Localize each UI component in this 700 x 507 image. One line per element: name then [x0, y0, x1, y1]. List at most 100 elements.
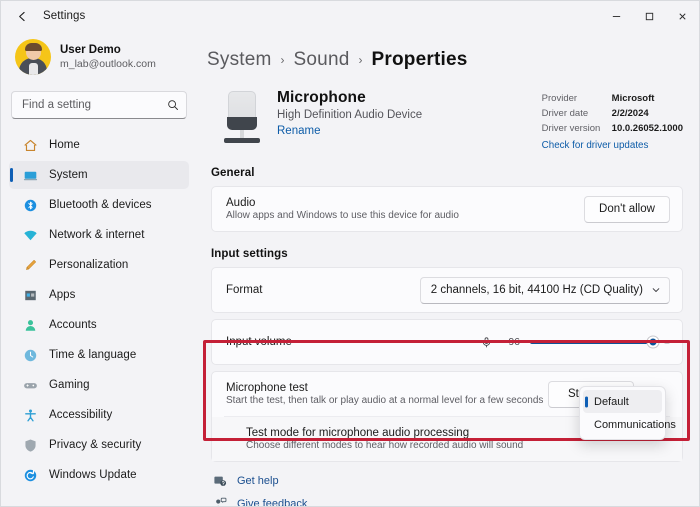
- test-mode-title: Test mode for microphone audio processin…: [246, 427, 470, 440]
- sidebar-item-label: Accessibility: [49, 409, 113, 421]
- sidebar-item-accessibility[interactable]: Accessibility: [9, 401, 189, 429]
- device-name: Microphone: [277, 89, 366, 106]
- input-volume-title: Input volume: [226, 336, 292, 349]
- driver-info: Provider Microsoft Driver date 2/2/2024 …: [542, 85, 687, 151]
- sidebar-item-network[interactable]: Network & internet: [9, 221, 189, 249]
- breadcrumb: System › Sound › Properties: [207, 49, 687, 71]
- driver-version-label: Driver version: [541, 122, 601, 134]
- format-card: Format 2 channels, 16 bit, 44100 Hz (CD …: [211, 267, 683, 314]
- avatar: [15, 39, 51, 75]
- flyout-option-communications[interactable]: Communications: [583, 413, 676, 436]
- format-title: Format: [226, 284, 263, 297]
- get-help-link[interactable]: Get help: [213, 474, 687, 488]
- maximize-icon: [645, 12, 654, 20]
- sidebar-nav: Home System Bluetooth & devices Network …: [9, 131, 189, 489]
- feedback-icon: [213, 497, 227, 506]
- personalization-icon: [22, 257, 38, 273]
- help-icon: [213, 474, 227, 488]
- breadcrumb-separator: ›: [358, 53, 363, 67]
- get-help-label: Get help: [237, 475, 279, 488]
- sidebar-item-home[interactable]: Home: [9, 131, 189, 159]
- dont-allow-button[interactable]: Don't allow: [584, 195, 670, 223]
- audio-row: Audio Allow apps and Windows to use this…: [212, 187, 682, 231]
- back-button[interactable]: [7, 2, 37, 30]
- rename-link[interactable]: Rename: [277, 125, 320, 137]
- privacy-icon: [22, 437, 38, 453]
- sidebar: User Demo m_lab@outlook.com Find a setti…: [1, 31, 197, 506]
- general-heading: General: [211, 167, 255, 180]
- general-card: Audio Allow apps and Windows to use this…: [211, 186, 683, 233]
- apps-icon: [22, 287, 38, 303]
- bluetooth-icon: [22, 197, 38, 213]
- accounts-icon: [22, 317, 38, 333]
- search-input[interactable]: [11, 91, 187, 119]
- arrow-left-icon: [18, 11, 25, 21]
- sidebar-item-label: System: [49, 169, 88, 181]
- window-title: Settings: [43, 10, 86, 22]
- microphone-icon: [213, 87, 271, 147]
- driver-provider-label: Provider: [541, 93, 578, 104]
- home-icon: [22, 137, 38, 153]
- device-header: Microphone High Definition Audio Device …: [207, 85, 687, 151]
- input-volume-card: Input volume 96: [211, 319, 683, 366]
- breadcrumb-sound[interactable]: Sound: [294, 49, 350, 71]
- sidebar-item-windows-update[interactable]: Windows Update: [9, 461, 189, 489]
- breadcrumb-system[interactable]: System: [207, 49, 272, 71]
- time-icon: [22, 347, 38, 363]
- driver-date-row: Driver date 2/2/2024: [542, 108, 683, 121]
- input-volume-row: Input volume 96: [212, 320, 682, 364]
- slider-thumb[interactable]: [646, 335, 660, 349]
- audio-subtitle: Allow apps and Windows to use this devic…: [226, 210, 459, 222]
- minimize-icon: [612, 15, 621, 17]
- microphone-small-icon: [480, 336, 493, 349]
- test-mode-subtitle: Choose different modes to hear how recor…: [246, 440, 524, 452]
- sidebar-item-time-language[interactable]: Time & language: [9, 341, 189, 369]
- test-mode-flyout: Default Communications: [579, 386, 676, 440]
- sidebar-item-apps[interactable]: Apps: [9, 281, 189, 309]
- accessibility-icon: [22, 407, 38, 423]
- slider-track[interactable]: [530, 335, 660, 349]
- driver-provider-row: Provider Microsoft: [542, 93, 683, 106]
- system-icon: [22, 167, 38, 183]
- input-volume-slider[interactable]: [530, 335, 670, 349]
- input-settings-heading: Input settings: [211, 248, 288, 261]
- close-icon: [679, 12, 686, 20]
- slider-track-remainder: [664, 340, 670, 345]
- sidebar-item-label: Home: [49, 139, 80, 151]
- sidebar-item-label: Apps: [49, 289, 76, 301]
- driver-date-value: 2/2/2024: [611, 107, 649, 119]
- device-subtitle: High Definition Audio Device: [277, 109, 423, 121]
- sidebar-item-label: Time & language: [49, 349, 137, 361]
- sidebar-item-accounts[interactable]: Accounts: [9, 311, 189, 339]
- chevron-down-icon: [651, 285, 661, 295]
- gaming-icon: [22, 377, 38, 393]
- check-driver-updates-link[interactable]: Check for driver updates: [542, 140, 683, 151]
- sidebar-item-label: Privacy & security: [49, 439, 142, 451]
- sidebar-item-privacy-security[interactable]: Privacy & security: [9, 431, 189, 459]
- driver-provider-value: Microsoft: [611, 93, 655, 104]
- flyout-option-default[interactable]: Default: [583, 390, 662, 413]
- account-name: User Demo: [60, 44, 121, 57]
- sidebar-item-label: Accounts: [49, 319, 97, 331]
- sidebar-item-label: Network & internet: [49, 229, 145, 241]
- close-button[interactable]: [666, 1, 699, 31]
- give-feedback-label: Give feedback: [237, 498, 308, 506]
- sidebar-item-gaming[interactable]: Gaming: [9, 371, 189, 399]
- sidebar-item-label: Gaming: [49, 379, 90, 391]
- format-dropdown[interactable]: 2 channels, 16 bit, 44100 Hz (CD Quality…: [419, 276, 670, 304]
- settings-window: Settings User Demo m_lab@outlook.com Fin…: [0, 0, 700, 507]
- update-icon: [22, 467, 38, 483]
- network-icon: [22, 227, 38, 243]
- driver-version-row: Driver version 10.0.26052.1000: [542, 123, 683, 136]
- format-value: 2 channels, 16 bit, 44100 Hz (CD Quality…: [430, 284, 643, 297]
- sidebar-item-label: Windows Update: [49, 469, 137, 481]
- account-tile[interactable]: User Demo m_lab@outlook.com: [9, 33, 189, 81]
- maximize-button[interactable]: [633, 1, 666, 31]
- microphone-test-title: Microphone test: [226, 382, 308, 395]
- input-volume-value: 96: [508, 336, 520, 349]
- minimize-button[interactable]: [600, 1, 633, 31]
- sidebar-item-personalization[interactable]: Personalization: [9, 251, 189, 279]
- sidebar-item-bluetooth[interactable]: Bluetooth & devices: [9, 191, 189, 219]
- sidebar-item-system[interactable]: System: [9, 161, 189, 189]
- give-feedback-link[interactable]: Give feedback: [213, 497, 687, 506]
